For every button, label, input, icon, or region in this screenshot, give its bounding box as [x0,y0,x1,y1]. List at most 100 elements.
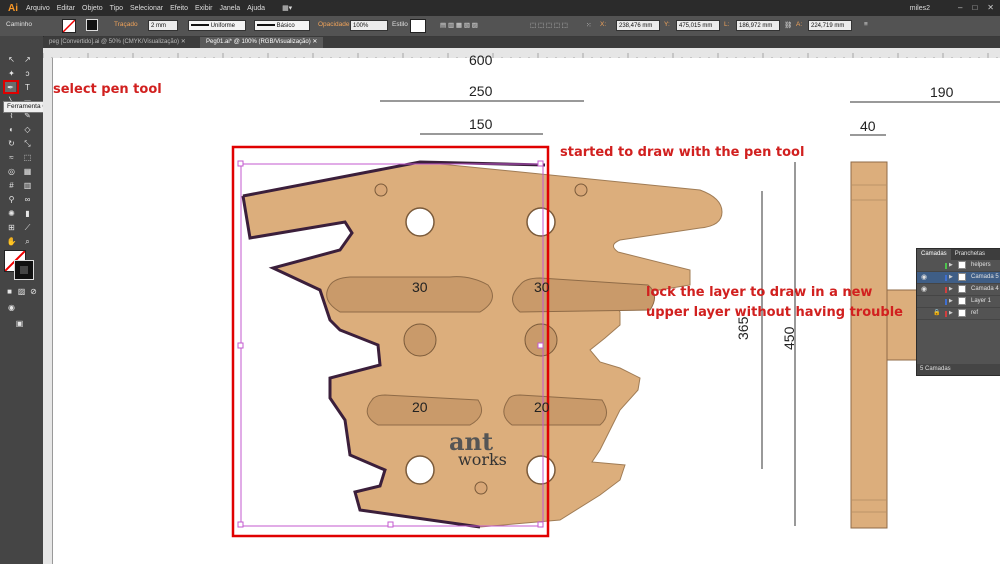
draw-mode-icon[interactable]: ◉ [6,302,17,313]
y-field[interactable]: 475,015 mm [676,20,720,31]
x-field[interactable]: 238,476 mm [616,20,660,31]
eraser-tool-icon[interactable]: ◇ [22,124,33,135]
menu-arquivo[interactable]: Arquivo [26,5,50,12]
gradient-tool-icon[interactable]: ▥ [22,180,33,191]
layer-name[interactable]: Layer 1 [971,296,991,307]
layer-name[interactable]: helpers [971,260,991,271]
control-bar: Caminho Traçado 2 mm Uniforme Básico Opa… [0,16,1000,37]
stroke-weight-field[interactable]: 2 mm [148,20,178,31]
blend-tool-icon[interactable]: ∞ [22,194,33,205]
annotation-lock-layer-line1: lock the layer to draw in a new [646,285,873,300]
link-proportions-icon[interactable]: ⛓ [784,21,792,29]
tab-peg-convertido[interactable]: peg [Convertido].ai @ 50% (CMYK/Visualiz… [43,37,192,48]
width-tool-icon[interactable]: ≈ [6,152,17,163]
reference-point-icon[interactable]: ⁙ [586,21,591,29]
align-icons[interactable]: ▤ ▥ ▦ ▧ ▨ [440,21,478,29]
lock-icon[interactable]: 🔒 [932,308,942,319]
menu-exibir[interactable]: Exibir [195,5,213,12]
stroke-swatch[interactable] [86,19,98,31]
shape-builder-tool-icon[interactable]: ◎ [6,166,17,177]
arrange-documents-icon[interactable]: ▦▾ [282,4,292,12]
close-tab-icon[interactable]: ✕ [181,39,186,45]
tab-camadas[interactable]: Camadas [917,249,951,260]
layer-color-swatch [945,299,947,305]
screw-hole [474,481,488,495]
stroke-label[interactable]: Traçado [114,21,138,28]
vertical-ruler[interactable] [43,58,53,564]
hand-tool-icon[interactable]: ✋ [6,236,17,247]
layer-row[interactable]: ◉ ▶ Camada 5 [917,272,1000,284]
color-mode-icon[interactable]: ■ [4,286,15,297]
visibility-eye-icon[interactable]: ◉ [919,272,929,283]
visibility-eye-icon[interactable]: ◉ [919,284,929,295]
layer-row[interactable]: 🔒 ▶ ref [917,308,1000,320]
panel-menu-icon[interactable]: ≡ [864,21,868,28]
height-field[interactable]: 224,719 mm [808,20,852,31]
menu-editar[interactable]: Editar [57,5,75,12]
tab-pranchetas[interactable]: Pranchetas [951,249,989,260]
opacity-label[interactable]: Opacidade [318,21,349,28]
layer-row[interactable]: ◉ ▶ Camada 4 [917,284,1000,296]
fill-stroke-swatches[interactable] [4,250,36,282]
perspective-grid-tool-icon[interactable]: ▦ [22,166,33,177]
lasso-tool-icon[interactable]: ↄ [22,68,33,79]
graphic-style-swatch[interactable] [410,19,426,33]
maximize-icon[interactable]: □ [972,3,977,12]
menu-objeto[interactable]: Objeto [82,5,103,12]
tab-peg01[interactable]: Peg01.ai* @ 100% (RGB/Visualização) ✕ [200,37,324,48]
expand-triangle-icon[interactable]: ▶ [949,284,953,295]
direct-selection-tool-icon[interactable]: ↗ [22,54,33,65]
layer-thumbnail [958,297,966,305]
eyedropper-tool-icon[interactable]: ⚲ [6,194,17,205]
slot-label-20-left: 20 [412,399,428,415]
blob-brush-tool-icon[interactable]: ◐ [6,124,17,135]
user-name[interactable]: miles2 [910,5,930,12]
menu-ajuda[interactable]: Ajuda [247,5,265,12]
slot-label-30-right: 30 [534,279,550,295]
mesh-tool-icon[interactable]: # [6,180,17,191]
graph-tool-icon[interactable]: ▮ [22,208,33,219]
annotation-lock-layer-line2: upper layer without having trouble [646,305,903,320]
minimize-icon[interactable]: – [958,3,962,12]
zoom-tool-icon[interactable]: ⌕ [22,236,33,247]
none-mode-icon[interactable]: ⊘ [28,286,39,297]
dimension-label-365: 365 [735,316,751,340]
layer-name[interactable]: Camada 5 [971,272,999,283]
stroke-black-swatch[interactable] [14,260,34,280]
symbol-sprayer-tool-icon[interactable]: ✺ [6,208,17,219]
free-transform-tool-icon[interactable]: ⬚ [22,152,33,163]
rotate-tool-icon[interactable]: ↻ [6,138,17,149]
layer-row[interactable]: ▶ Layer 1 [917,296,1000,308]
hole [405,207,435,237]
screen-mode-icon[interactable]: ▣ [14,318,25,329]
selection-tool-icon[interactable]: ↖ [6,54,17,65]
layer-row[interactable]: ▶ helpers [917,260,1000,272]
magic-wand-tool-icon[interactable]: ✦ [6,68,17,79]
brush-definition[interactable]: Básico [254,20,310,31]
layer-list: ▶ helpers ◉ ▶ Camada 5 ◉ ▶ Camada 4 ▶ Layer 1 🔒 ▶ re… [917,260,1000,320]
variable-width-profile[interactable]: Uniforme [188,20,246,31]
layer-name[interactable]: Camada 4 [971,284,999,295]
menu-selecionar[interactable]: Selecionar [130,5,163,12]
expand-triangle-icon[interactable]: ▶ [949,260,953,271]
artboard-tool-icon[interactable]: ⊞ [6,222,17,233]
layer-name[interactable]: ref [971,308,978,319]
gradient-mode-icon[interactable]: ▨ [16,286,27,297]
close-tab-icon[interactable]: ✕ [312,39,317,45]
expand-triangle-icon[interactable]: ▶ [949,308,953,319]
opacity-field[interactable]: 100% [350,20,388,31]
style-label: Estilo [392,21,408,28]
slot-20-right [503,394,607,426]
menu-efeito[interactable]: Efeito [170,5,188,12]
expand-triangle-icon[interactable]: ▶ [949,296,953,307]
menu-tipo[interactable]: Tipo [110,5,123,12]
width-field[interactable]: 186,972 mm [736,20,780,31]
expand-triangle-icon[interactable]: ▶ [949,272,953,283]
scale-tool-icon[interactable]: ⤡ [22,138,33,149]
type-tool-icon[interactable]: T [22,82,33,93]
close-icon[interactable]: ✕ [987,3,994,12]
slice-tool-icon[interactable]: ⟋ [22,222,33,233]
fill-swatch[interactable] [62,19,76,33]
transform-icons[interactable]: ⬚ ⬚ ⬚ ⬚ ⬚ [530,21,568,29]
menu-janela[interactable]: Janela [220,5,241,12]
